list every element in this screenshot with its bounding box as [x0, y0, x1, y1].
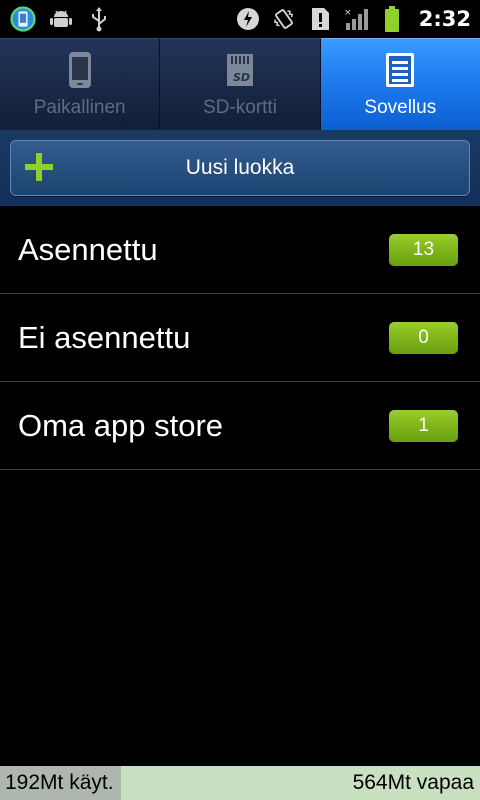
app-notification-icon[interactable]: [10, 6, 36, 32]
alert-icon: [307, 6, 333, 32]
new-category-button[interactable]: Uusi luokka: [10, 140, 470, 196]
tab-local-label: Paikallinen: [33, 97, 126, 118]
plus-icon: [25, 153, 53, 181]
tab-application[interactable]: Sovellus: [320, 38, 480, 130]
tab-local[interactable]: Paikallinen: [0, 38, 161, 130]
tab-sd-card-label: SD-kortti: [203, 97, 277, 118]
storage-bar: 192Mt käyt. 564Mt vapaa: [0, 766, 480, 800]
svg-text:×: ×: [344, 8, 352, 18]
storage-free: 564Mt vapaa: [352, 771, 474, 794]
document-icon: [385, 51, 415, 89]
android-debug-icon: [48, 6, 74, 32]
category-list: Asennettu 13 Ei asennettu 0 Oma app stor…: [0, 206, 480, 470]
tab-sd-card[interactable]: SD SD-kortti: [160, 38, 321, 130]
phone-icon: [67, 51, 93, 89]
clock: 2:32: [418, 7, 471, 31]
storage-used: 192Mt käyt.: [0, 766, 121, 800]
battery-icon: [379, 6, 405, 32]
svg-text:SD: SD: [233, 71, 250, 84]
list-item[interactable]: Asennettu 13: [0, 206, 480, 294]
count-badge: 1: [389, 409, 458, 442]
count-badge: 13: [389, 233, 458, 266]
list-item-label: Asennettu: [18, 231, 158, 267]
list-item-label: Ei asennettu: [18, 319, 191, 355]
data-saver-icon: [235, 6, 261, 32]
usb-icon: [86, 6, 112, 32]
list-item-label: Oma app store: [18, 407, 224, 443]
new-category-label: Uusi luokka: [185, 156, 295, 179]
list-item[interactable]: Ei asennettu 0: [0, 294, 480, 382]
vibrate-icon: [271, 6, 297, 32]
status-bar: × 2:32: [0, 0, 480, 38]
tab-bar: Paikallinen SD SD-kortti Sovellus: [0, 38, 480, 130]
count-badge: 0: [389, 321, 458, 354]
sd-card-icon: SD: [225, 51, 255, 89]
list-item[interactable]: Oma app store 1: [0, 382, 480, 470]
tab-application-label: Sovellus: [364, 97, 437, 118]
action-strip: Uusi luokka: [0, 130, 480, 206]
signal-icon: ×: [343, 6, 369, 32]
